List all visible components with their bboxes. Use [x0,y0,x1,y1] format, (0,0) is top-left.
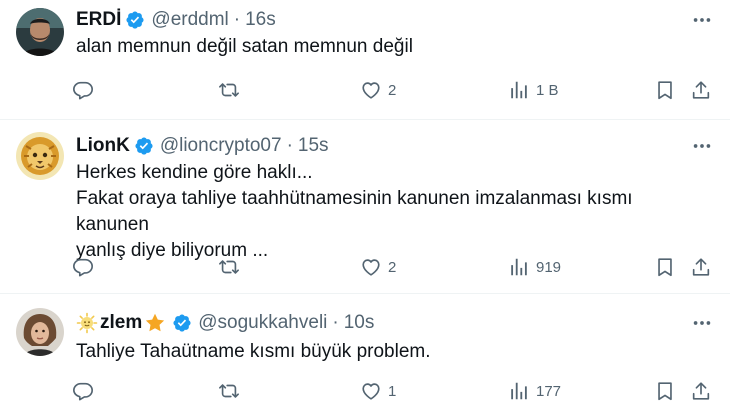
share-button[interactable] [690,377,712,405]
share-button[interactable] [690,253,712,281]
avatar[interactable] [16,308,64,356]
share-icon [690,380,712,402]
like-icon [360,79,382,101]
tweet-text: alan memnun değil satan memnun değil [76,34,706,60]
username[interactable]: @sogukkahveli [198,312,327,334]
username[interactable]: @erddml [151,9,228,31]
views-button[interactable]: 919 [508,253,561,281]
like-button[interactable]: 2 [360,76,396,104]
retweet-button[interactable] [218,253,246,281]
like-icon [360,256,382,278]
share-icon [690,256,712,278]
tweet[interactable]: ERDİ @erddml · 16s alan memnun değil sat… [0,0,730,120]
share-icon [690,79,712,101]
bookmark-icon [654,380,676,402]
tweet-text: Herkes kendine göre haklı... Fakat oraya… [76,160,706,264]
reply-feed: ERDİ @erddml · 16s alan memnun değil sat… [0,0,730,420]
action-bar: 2 1 B [72,76,718,104]
like-count: 2 [388,258,397,276]
tweet[interactable]: zlem @sogukkahveli · 10s Tahliye Tahaütn… [0,294,730,420]
avatar[interactable] [16,8,64,56]
retweet-icon [218,79,240,101]
retweet-icon [218,256,240,278]
more-icon[interactable] [688,311,716,335]
timestamp[interactable]: 10s [344,312,375,334]
verified-badge-icon [134,136,154,156]
bookmark-button[interactable] [654,76,676,104]
reply-button[interactable] [72,377,100,405]
reply-button[interactable] [72,76,100,104]
like-count: 1 [388,382,397,400]
tweet-header: ERDİ @erddml · 16s [76,8,714,32]
reply-icon [72,79,94,101]
more-icon[interactable] [688,8,716,32]
share-button[interactable] [690,76,712,104]
avatar[interactable] [16,132,64,180]
views-button[interactable]: 177 [508,377,561,405]
reply-button[interactable] [72,253,100,281]
sun-face-emoji-icon [76,312,98,334]
view-count: 1 B [536,81,559,99]
display-name[interactable]: ERDİ [76,9,121,31]
like-icon [360,380,382,402]
action-bar: 1 177 [72,377,718,405]
display-name[interactable]: zlem [100,312,142,334]
timestamp[interactable]: 15s [298,135,329,157]
like-button[interactable]: 1 [360,377,396,405]
views-icon [508,79,530,101]
retweet-icon [218,380,240,402]
username[interactable]: @lioncrypto07 [160,135,282,157]
verified-badge-icon [125,10,145,30]
display-name[interactable]: LionK [76,135,130,157]
bookmark-button[interactable] [654,377,676,405]
view-count: 177 [536,382,562,400]
separator: · [332,312,339,333]
verified-badge-icon [172,313,192,333]
tweet-text-line: alan memnun değil satan memnun değil [76,36,413,57]
reply-icon [72,256,94,278]
like-button[interactable]: 2 [360,253,396,281]
separator: · [233,9,241,30]
separator: · [286,135,293,156]
tweet-header: zlem @sogukkahveli · 10s [76,311,714,335]
star-emoji-icon [144,312,166,334]
views-button[interactable]: 1 B [508,76,559,104]
tweet-text-line: Fakat oraya tahliye taahhütnamesinin kan… [76,188,633,235]
bookmark-icon [654,79,676,101]
bookmark-icon [654,256,676,278]
action-bar: 2 919 [72,253,718,281]
views-icon [508,380,530,402]
retweet-button[interactable] [218,76,246,104]
tweet-text: Tahliye Tahaütname kısmı büyük problem. [76,339,706,365]
retweet-button[interactable] [218,377,246,405]
timestamp[interactable]: 16s [245,9,276,31]
tweet-text-line: Tahliye Tahaütname kısmı büyük problem. [76,341,431,362]
reply-icon [72,380,94,402]
views-icon [508,256,530,278]
like-count: 2 [388,81,397,99]
view-count: 919 [536,258,562,276]
more-icon[interactable] [688,134,716,158]
tweet-header: LionK @lioncrypto07 · 15s [76,134,714,158]
bookmark-button[interactable] [654,253,676,281]
tweet-text-line: Herkes kendine göre haklı... [76,162,313,183]
tweet[interactable]: LionK @lioncrypto07 · 15s Herkes kendine… [0,120,730,294]
